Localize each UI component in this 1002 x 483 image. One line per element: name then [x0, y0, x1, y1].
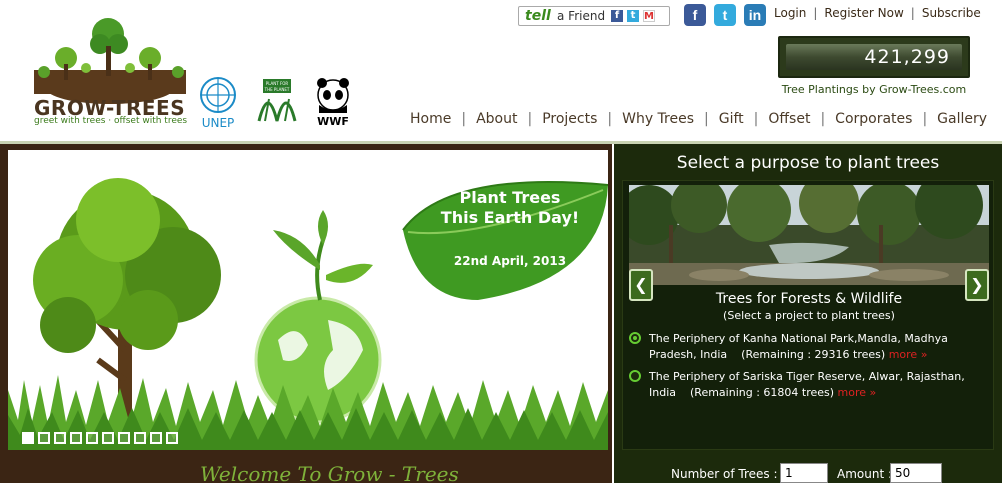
svg-text:PLANT FOR: PLANT FOR — [266, 81, 289, 86]
number-of-trees-input[interactable] — [780, 463, 828, 483]
amount-input[interactable] — [890, 463, 942, 483]
category-subtitle: (Select a project to plant trees) — [723, 309, 895, 322]
slide-dot[interactable] — [134, 432, 146, 444]
separator: | — [527, 111, 533, 127]
tell-a-friend-label: a Friend — [557, 9, 606, 23]
more-link[interactable]: more » — [838, 386, 877, 399]
earth-day-banner[interactable]: Plant Trees This Earth Day! 22nd April, … — [8, 150, 608, 450]
slide-dot[interactable] — [102, 432, 114, 444]
separator: | — [813, 6, 818, 20]
site-header: GROW-TREES greet with trees · offset wit… — [0, 0, 1002, 144]
project-option[interactable]: The Periphery of Kanha National Park,Man… — [629, 331, 989, 363]
project-remaining: (Remaining : 29316 trees) — [741, 348, 886, 361]
tree-counter: 421,299 — [778, 36, 970, 78]
tree-counter-label: Tree Plantings by Grow-Trees.com — [781, 83, 967, 96]
nav-corporates[interactable]: Corporates — [835, 111, 912, 127]
nav-projects[interactable]: Projects — [542, 111, 597, 127]
twitter-icon: t — [627, 10, 639, 22]
wwf-panda-logo: WWF — [317, 78, 349, 128]
gmail-icon: M — [643, 10, 655, 22]
svg-text:THE PLANET: THE PLANET — [264, 87, 290, 92]
wwf-label: WWF — [317, 115, 349, 128]
slide-dot[interactable] — [38, 432, 50, 444]
project-radio[interactable] — [629, 332, 641, 344]
plant-form: Number of Trees : Amount : — [614, 462, 1002, 483]
separator: | — [704, 111, 709, 127]
slide-dot[interactable] — [54, 432, 66, 444]
forest-stream-photo — [629, 185, 989, 285]
panel-title: Select a purpose to plant trees — [676, 153, 940, 173]
separator: | — [607, 111, 613, 127]
account-links: Login | Register Now | Subscribe — [774, 6, 981, 20]
facebook-icon: f — [611, 10, 623, 22]
nav-why-trees[interactable]: Why Trees — [622, 111, 694, 127]
tell-a-friend-button[interactable]: tell a Friend f t M — [518, 6, 670, 26]
slide-dot[interactable] — [70, 432, 82, 444]
separator: | — [753, 111, 759, 127]
separator: | — [820, 111, 826, 127]
number-of-trees-label: Number of Trees : — [671, 467, 778, 481]
login-link[interactable]: Login — [774, 6, 806, 20]
more-link[interactable]: more » — [889, 348, 928, 361]
plant-for-the-planet-logo: PLANT FOR THE PLANET — [257, 79, 297, 122]
project-remaining: (Remaining : 61804 trees) — [690, 386, 835, 399]
slide-dot[interactable] — [166, 432, 178, 444]
banner-headline-line2: This Earth Day! — [440, 208, 580, 227]
unep-label: UNEP — [202, 116, 235, 129]
welcome-heading: Welcome To Grow - Trees — [200, 462, 459, 482]
logo-tagline: greet with trees · offset with trees — [34, 116, 188, 126]
twitter-icon[interactable]: t — [714, 4, 736, 26]
slider-pagination — [22, 429, 182, 444]
purpose-carousel: ❮ ❯ Trees for Forests & Wildlife (Select… — [622, 180, 994, 450]
category-title: Trees for Forests & Wildlife — [715, 291, 903, 307]
separator: | — [910, 6, 915, 20]
slide-dot[interactable] — [150, 432, 162, 444]
banner-headline: Plant Trees This Earth Day! — [435, 188, 585, 228]
nav-home[interactable]: Home — [410, 111, 451, 127]
separator: | — [922, 111, 928, 127]
facebook-icon[interactable]: f — [684, 4, 706, 26]
nav-gift[interactable]: Gift — [719, 111, 744, 127]
separator: | — [461, 111, 467, 127]
nav-about[interactable]: About — [476, 111, 517, 127]
register-link[interactable]: Register Now — [824, 6, 903, 20]
tell-a-friend-logo: tell — [525, 8, 551, 24]
slide-dot[interactable] — [86, 432, 98, 444]
main-navigation: Home | About | Projects | Why Trees | Gift | Offse… — [410, 111, 987, 127]
banner-date: 22nd April, 2013 — [453, 254, 567, 268]
plant-purpose-panel: Select a purpose to plant trees ❮ ❯ Tree… — [614, 144, 1002, 483]
nav-offset[interactable]: Offset — [768, 111, 810, 127]
linkedin-icon[interactable]: in — [744, 4, 766, 26]
slide-dot[interactable] — [118, 432, 130, 444]
amount-label: Amount : — [837, 467, 893, 481]
project-radio[interactable] — [629, 370, 641, 382]
tree-counter-value: 421,299 — [786, 44, 962, 70]
banner-frame: Plant Trees This Earth Day! 22nd April, … — [0, 144, 612, 483]
project-option[interactable]: The Periphery of Sariska Tiger Reserve, … — [629, 369, 989, 401]
banner-headline-line1: Plant Trees — [459, 188, 561, 207]
nav-gallery[interactable]: Gallery — [937, 111, 987, 127]
unep-logo: UNEP — [200, 77, 236, 129]
slide-dot[interactable] — [22, 432, 34, 444]
subscribe-link[interactable]: Subscribe — [922, 6, 981, 20]
